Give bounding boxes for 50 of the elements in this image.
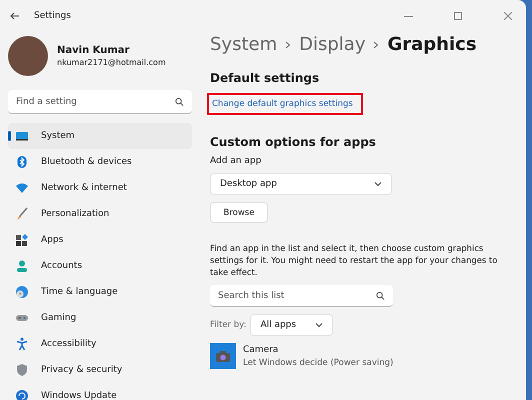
back-arrow-icon[interactable] (10, 12, 20, 20)
sidebar-item[interactable]: Personalization (8, 201, 192, 227)
wifi-icon (15, 181, 29, 195)
chevron-icon (285, 40, 292, 48)
user-name: Navin Kumar (57, 45, 130, 56)
search-icon (175, 98, 184, 106)
bluetooth-icon (15, 155, 29, 169)
sidebar-item[interactable]: System (8, 123, 192, 149)
brush-icon (15, 207, 29, 221)
sidebar-item[interactable]: Privacy & security (8, 357, 192, 383)
close-icon[interactable] (504, 12, 512, 20)
sidebar-item[interactable]: Windows Update (8, 383, 192, 400)
sidebar-item[interactable]: Gaming (8, 305, 192, 331)
maximize-icon[interactable] (454, 12, 462, 20)
caret-icon (315, 322, 324, 328)
description: Find an app in the list and select it, then choose custom graphics settings for it. You might need to restart the app for your changes to take effect. (210, 242, 498, 278)
search-field[interactable]: Search this list (210, 285, 393, 307)
sidebar-item[interactable]: Accessibility (8, 331, 192, 357)
section-heading: Custom options for apps (210, 135, 377, 149)
caret-icon (374, 181, 382, 187)
app-name: Camera (243, 344, 280, 354)
filter-dropdown[interactable]: All apps (250, 314, 334, 336)
sidebar-item[interactable]: Apps (8, 227, 192, 253)
chevron-icon (373, 40, 380, 48)
apps-icon (15, 233, 29, 247)
sidebar-item[interactable]: Time & language (8, 279, 192, 305)
app-type-dropdown[interactable]: Desktop app (210, 173, 392, 195)
globe-clock-icon (15, 285, 29, 299)
link[interactable]: Change default graphics settings (207, 93, 363, 115)
sidebar-item[interactable]: Accounts (8, 253, 192, 279)
app-setting: Let Windows decide (Power saving) (243, 358, 394, 368)
search-icon (376, 292, 385, 300)
shield-icon (15, 363, 29, 377)
accessibility-icon (15, 337, 29, 351)
field-label: Add an app (210, 156, 262, 166)
filter-label: Filter by: (210, 320, 246, 330)
avatar (8, 36, 48, 76)
breadcrumb-item[interactable]: System (210, 34, 278, 55)
browse-button[interactable]: Browse (210, 202, 268, 223)
sidebar-item[interactable]: Network & internet (8, 175, 192, 201)
breadcrumb-item[interactable]: Display (299, 34, 366, 55)
sidebar-item[interactable]: Bluetooth & devices (8, 149, 192, 175)
person-icon (15, 259, 29, 273)
monitor-icon (15, 129, 29, 143)
breadcrumb-item: Graphics (387, 34, 477, 55)
camera-icon (210, 343, 236, 369)
window-title: Settings (34, 11, 71, 21)
section-heading: Default settings (210, 71, 320, 85)
user-email: nkumar2171@hotmail.com (57, 58, 166, 67)
search-field[interactable]: Find a setting (8, 90, 192, 114)
